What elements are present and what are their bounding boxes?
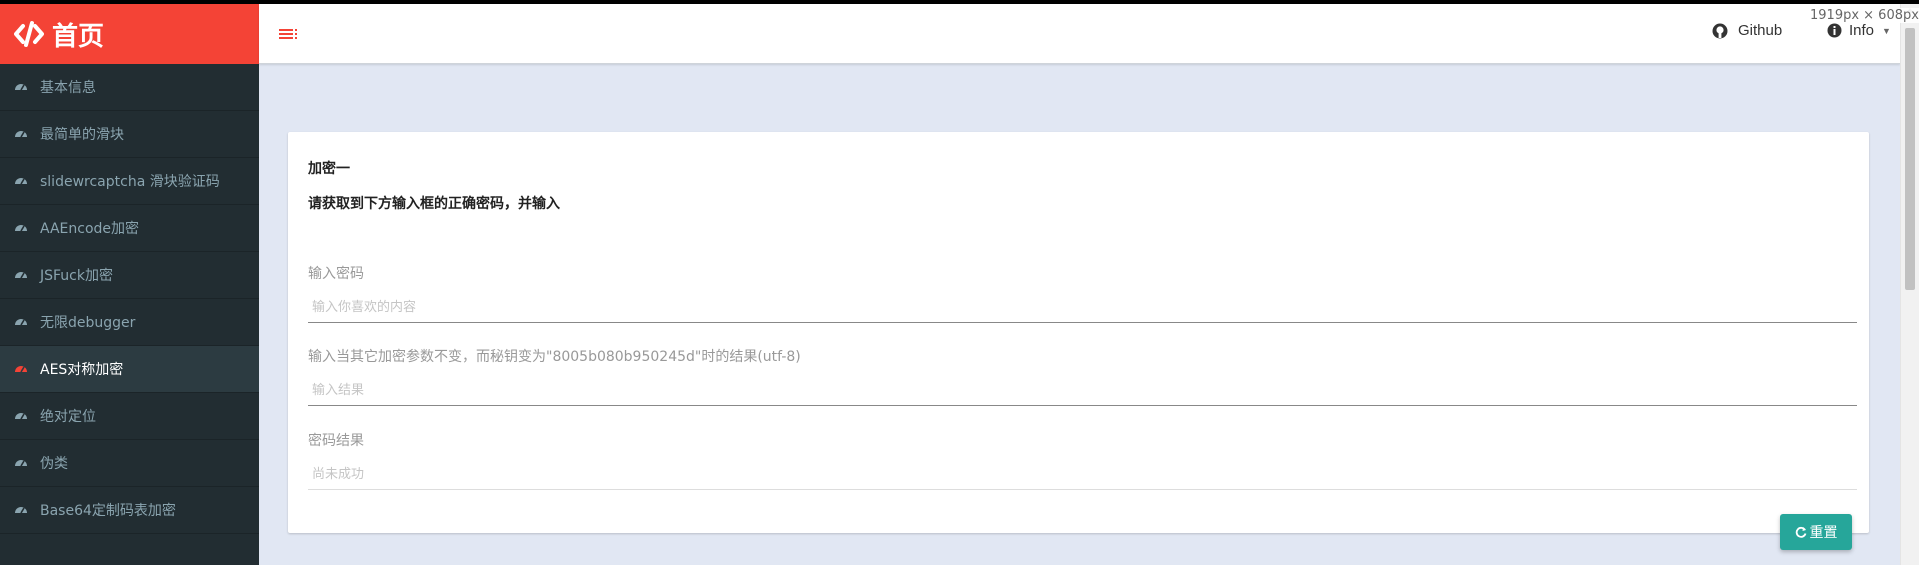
sidebar-item-label: JSFuck加密 bbox=[40, 268, 113, 284]
sidebar-item-basic-info[interactable]: 基本信息 bbox=[0, 64, 259, 111]
dashboard-icon bbox=[15, 178, 27, 185]
brand-title: 首页 bbox=[52, 21, 105, 52]
sidebar-item-jsfuck[interactable]: JSFuck加密 bbox=[0, 252, 259, 299]
sidebar-item-pseudo-class[interactable]: 伪类 bbox=[0, 440, 259, 487]
sidebar-item-infinite-debugger[interactable]: 无限debugger bbox=[0, 299, 259, 346]
sidebar-item-label: 基本信息 bbox=[40, 80, 96, 96]
sidebar-item-aaencode[interactable]: AAEncode加密 bbox=[0, 205, 259, 252]
password-result-label: 密码结果 bbox=[308, 433, 364, 449]
dashboard-icon bbox=[15, 84, 27, 91]
sidebar-item-slidewrcaptcha[interactable]: slidewrcaptcha 滑块验证码 bbox=[0, 158, 259, 205]
result-label: 输入当其它加密参数不变，而秘钥变为"8005b080b950245d"时的结果(… bbox=[308, 349, 801, 365]
caret-down-icon: ▼ bbox=[1882, 25, 1891, 36]
refresh-icon bbox=[1795, 526, 1806, 538]
dashboard-icon bbox=[15, 272, 27, 279]
github-label: Github bbox=[1738, 22, 1783, 39]
password-result-group: 密码结果 bbox=[308, 430, 1857, 490]
window-top-edge bbox=[0, 0, 1919, 4]
info-circle-icon bbox=[1827, 23, 1842, 38]
page-scrollbar[interactable] bbox=[1900, 4, 1919, 565]
sidebar-item-label: 无限debugger bbox=[40, 315, 136, 331]
card-instruction: 请获取到下方输入框的正确密码，并输入 bbox=[308, 196, 560, 212]
reset-button[interactable]: 重置 bbox=[1780, 514, 1852, 550]
sidebar-item-label: AAEncode加密 bbox=[40, 221, 140, 237]
sidebar-item-label: 最简单的滑块 bbox=[40, 127, 124, 143]
sidebar-item-aes[interactable]: AES对称加密 bbox=[0, 346, 259, 393]
top-navbar: Github Info ▼ bbox=[259, 4, 1900, 64]
password-input[interactable] bbox=[308, 293, 1857, 323]
sidebar-item-label: Base64定制码表加密 bbox=[40, 503, 176, 519]
password-result-output bbox=[308, 460, 1857, 490]
sidebar-item-label: AES对称加密 bbox=[40, 362, 124, 378]
dashboard-icon bbox=[15, 413, 27, 420]
brand-logo-link[interactable]: 首页 bbox=[0, 4, 259, 64]
sidebar-item-label: 伪类 bbox=[40, 456, 68, 472]
dashboard-icon bbox=[15, 366, 27, 373]
scrollbar-thumb[interactable] bbox=[1905, 28, 1915, 290]
password-label: 输入密码 bbox=[308, 266, 364, 282]
result-field-group: 输入当其它加密参数不变，而秘钥变为"8005b080b950245d"时的结果(… bbox=[308, 346, 1857, 406]
sidebar-item-base64[interactable]: Base64定制码表加密 bbox=[0, 487, 259, 534]
github-icon bbox=[1712, 23, 1728, 38]
dashboard-icon bbox=[15, 131, 27, 138]
sidebar-item-label: 绝对定位 bbox=[40, 409, 96, 425]
size-badge: 1919px × 608px bbox=[1810, 8, 1919, 23]
code-logo-icon bbox=[14, 21, 44, 47]
sidebar-item-absolute-position[interactable]: 绝对定位 bbox=[0, 393, 259, 440]
card-title: 加密一 bbox=[308, 161, 350, 177]
hamburger-menu-icon[interactable] bbox=[279, 26, 301, 42]
result-input[interactable] bbox=[308, 376, 1857, 406]
dashboard-icon bbox=[15, 225, 27, 232]
sidebar-item-simple-slider[interactable]: 最简单的滑块 bbox=[0, 111, 259, 158]
password-field-group: 输入密码 bbox=[308, 263, 1857, 323]
dashboard-icon bbox=[15, 460, 27, 467]
dashboard-icon bbox=[15, 319, 27, 326]
github-link[interactable]: Github bbox=[1712, 22, 1782, 39]
content-card: 加密一 请获取到下方输入框的正确密码，并输入 输入密码 输入当其它加密参数不变，… bbox=[288, 132, 1869, 550]
dashboard-icon bbox=[15, 507, 27, 514]
sidebar-item-label: slidewrcaptcha 滑块验证码 bbox=[40, 174, 220, 190]
info-dropdown[interactable]: Info ▼ bbox=[1827, 22, 1891, 39]
info-label: Info bbox=[1849, 22, 1875, 39]
sidebar: 基本信息 最简单的滑块 slidewrcaptcha 滑块验证码 AAEncod… bbox=[0, 64, 259, 565]
reset-label: 重置 bbox=[1809, 525, 1838, 541]
